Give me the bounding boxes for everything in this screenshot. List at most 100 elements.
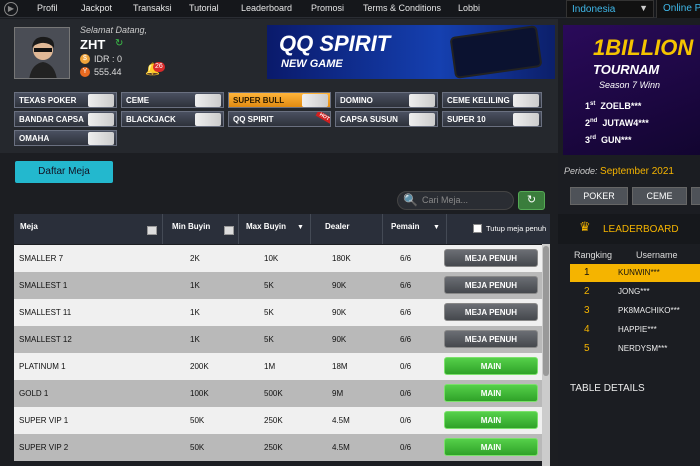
tournament-subtitle: TOURNAM — [593, 62, 660, 77]
table-scrollbar[interactable] — [542, 244, 550, 466]
qq-spirit-banner[interactable]: QQ SPIRIT NEW GAME — [267, 25, 555, 79]
leaderboard-row: 4 HAPPIE*** — [570, 321, 700, 339]
col-max-buyin[interactable]: Max Buyin — [246, 222, 286, 231]
cell-pemain: 0/6 — [400, 389, 412, 398]
points-balance: 555.44 — [94, 67, 122, 77]
main-button[interactable]: MAIN — [444, 357, 538, 375]
search-input[interactable]: 🔍 Cari Meja... — [397, 191, 514, 210]
leaderboard-row: 2 JONG*** — [570, 283, 700, 301]
meja-penuh-button[interactable]: MEJA PENUH — [444, 330, 538, 348]
sort-icon[interactable] — [147, 226, 157, 235]
meja-penuh-button[interactable]: MEJA PENUH — [444, 303, 538, 321]
meja-penuh-button[interactable]: MEJA PENUH — [444, 276, 538, 294]
cell-dealer: 9M — [332, 389, 344, 398]
nav-jackpot[interactable]: Jackpot — [81, 3, 112, 13]
game-label: TEXAS POKER — [19, 96, 77, 105]
leaderboard-username: HAPPIE*** — [618, 325, 657, 334]
cards-icon — [302, 94, 328, 107]
idr-balance: IDR : 0 — [94, 54, 123, 64]
col-pemain[interactable]: Pemain — [391, 222, 419, 231]
cell-min-buyin: 200K — [190, 362, 209, 371]
refresh-icon[interactable]: ↻ — [115, 38, 123, 49]
game-bandar-capsa[interactable]: BANDAR CAPSA — [14, 111, 117, 127]
nav-tutorial[interactable]: Tutorial — [189, 3, 219, 13]
table-row[interactable]: SUPER VIP 2 50K 250K 4.5M 0/6 MAIN — [14, 434, 542, 461]
refresh-tables-button[interactable]: ↻ — [518, 191, 545, 210]
cell-meja: SMALLEST 11 — [19, 308, 72, 317]
table-row[interactable]: GOLD 1 100K 500K 9M 0/6 MAIN — [14, 380, 542, 407]
table-row[interactable]: SMALLEST 1 1K 5K 90K 6/6 MEJA PENUH — [14, 272, 542, 299]
points-coin-icon: Y — [80, 67, 90, 77]
main-button[interactable]: MAIN — [444, 438, 538, 456]
game-texas-poker[interactable]: TEXAS POKER — [14, 92, 117, 108]
cell-dealer: 4.5M — [332, 416, 350, 425]
main-button[interactable]: MAIN — [444, 384, 538, 402]
cell-dealer: 18M — [332, 362, 348, 371]
game-label: SUPER 10 — [447, 115, 486, 124]
language-select[interactable]: Indonesia ▼ — [566, 0, 654, 18]
nav-profil[interactable]: Profil — [37, 3, 58, 13]
divider — [238, 214, 239, 244]
cell-max-buyin: 5K — [264, 281, 274, 290]
main-button[interactable]: MAIN — [444, 411, 538, 429]
online-players-tab[interactable]: Online P — [656, 0, 700, 18]
sort-icon[interactable] — [224, 226, 234, 235]
game-domino[interactable]: DOMINO — [335, 92, 438, 108]
col-meja[interactable]: Meja — [20, 222, 38, 231]
divider — [446, 214, 447, 244]
cards-icon — [409, 113, 435, 126]
table-row[interactable]: SMALLEST 12 1K 5K 90K 6/6 MEJA PENUH — [14, 326, 542, 353]
game-label: CAPSA SUSUN — [340, 115, 398, 124]
tab-poker[interactable]: POKER — [570, 187, 628, 205]
col-dealer[interactable]: Dealer — [325, 222, 349, 231]
avatar[interactable] — [14, 27, 70, 79]
col-username: Username — [636, 250, 678, 260]
game-ceme[interactable]: CEME — [121, 92, 224, 108]
sort-desc-icon[interactable]: ▼ — [433, 224, 440, 231]
col-rangking: Rangking — [574, 250, 613, 260]
game-omaha[interactable]: OMAHA — [14, 130, 117, 146]
cards-icon — [409, 94, 435, 107]
game-label: OMAHA — [19, 134, 50, 143]
daftar-meja-tab[interactable]: Daftar Meja — [15, 161, 113, 183]
table-details-title: TABLE DETAILS — [570, 383, 645, 394]
scrollbar-thumb[interactable] — [543, 246, 549, 376]
game-super-10[interactable]: SUPER 10 — [442, 111, 542, 127]
nav-leaderboard[interactable]: Leaderboard — [241, 3, 292, 13]
divider — [162, 214, 163, 244]
table-row[interactable]: SUPER VIP 1 50K 250K 4.5M 0/6 MAIN — [14, 407, 542, 434]
tutup-meja-checkbox[interactable] — [473, 224, 482, 233]
nav-promosi[interactable]: Promosi — [311, 3, 344, 13]
game-super-bull[interactable]: SUPER BULL — [228, 92, 331, 108]
nav-lobbi[interactable]: Lobbi — [458, 3, 480, 13]
cell-meja: SUPER VIP 2 — [19, 443, 69, 452]
game-capsa-susun[interactable]: CAPSA SUSUN — [335, 111, 438, 127]
tab-more[interactable] — [691, 187, 700, 205]
table-row[interactable]: SMALLER 7 2K 10K 180K 6/6 MEJA PENUH — [14, 245, 542, 272]
game-ceme-keliling[interactable]: CEME KELILING — [442, 92, 542, 108]
game-qq-spirit[interactable]: QQ SPIRIT HOT — [228, 111, 331, 127]
top-nav: ▶ Profil Jackpot Transaksi Tutorial Lead… — [0, 0, 700, 18]
game-blackjack[interactable]: BLACKJACK — [121, 111, 224, 127]
banner-subtitle: NEW GAME — [281, 58, 343, 70]
cards-icon — [195, 113, 221, 126]
table-row[interactable]: SMALLEST 11 1K 5K 90K 6/6 MEJA PENUH — [14, 299, 542, 326]
nav-transaksi[interactable]: Transaksi — [133, 3, 172, 13]
tab-ceme[interactable]: CEME — [632, 187, 687, 205]
game-label: DOMINO — [340, 96, 373, 105]
cell-dealer: 90K — [332, 281, 347, 290]
col-min-buyin[interactable]: Min Buyin — [172, 222, 210, 231]
tournament-title: 1BILLION — [593, 35, 694, 60]
cell-min-buyin: 50K — [190, 443, 205, 452]
play-logo-icon[interactable]: ▶ — [4, 2, 18, 16]
cards-icon — [195, 94, 221, 107]
cell-meja: SUPER VIP 1 — [19, 416, 69, 425]
meja-penuh-button[interactable]: MEJA PENUH — [444, 249, 538, 267]
cell-pemain: 6/6 — [400, 254, 412, 263]
table-row[interactable]: PLATINUM 1 200K 1M 18M 0/6 MAIN — [14, 353, 542, 380]
nav-terms[interactable]: Terms & Conditions — [363, 3, 441, 13]
cell-min-buyin: 1K — [190, 335, 200, 344]
tournament-banner[interactable]: 1BILLION TOURNAM Season 7 Winn 1st ZOELB… — [563, 25, 700, 155]
periode-label: Periode: — [564, 166, 598, 176]
sort-desc-icon[interactable]: ▼ — [297, 224, 304, 231]
